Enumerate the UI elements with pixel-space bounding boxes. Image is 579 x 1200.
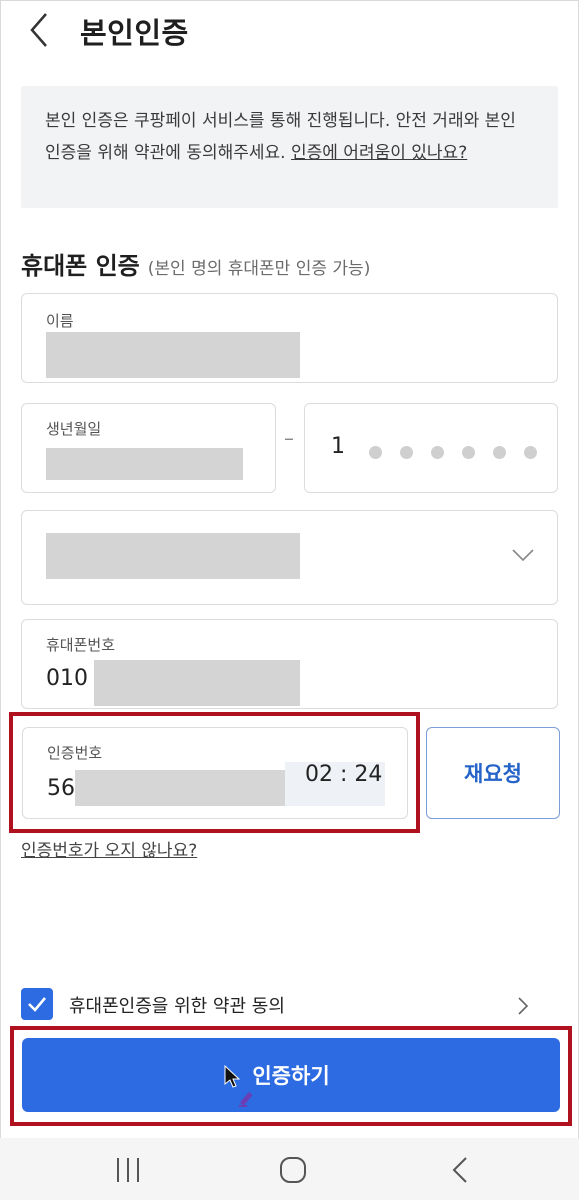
masked-dot — [431, 446, 444, 459]
home-button[interactable] — [262, 1146, 322, 1190]
dash-separator: – — [284, 426, 294, 450]
check-icon — [28, 997, 46, 1012]
rrn-first-digit: 1 — [331, 434, 345, 459]
birthdate-redacted — [46, 448, 243, 480]
code-redacted — [75, 770, 285, 806]
resend-button[interactable]: 재요청 — [426, 727, 560, 819]
verify-submit-button[interactable]: 인증하기 — [22, 1038, 560, 1112]
agreement-row[interactable]: 휴대폰인증을 위한 약관 동의 — [21, 988, 541, 1022]
name-redacted — [46, 332, 300, 378]
nav-back-button[interactable] — [430, 1146, 490, 1190]
pen-icon — [239, 1092, 253, 1107]
phone-label: 휴대폰번호 — [46, 636, 116, 654]
back-button[interactable] — [26, 10, 56, 50]
name-label: 이름 — [46, 312, 74, 330]
birthdate-field[interactable]: 생년월일 — [21, 403, 276, 493]
no-code-link[interactable]: 인증번호가 오지 않나요? — [21, 836, 197, 861]
code-value: 56 — [47, 776, 75, 801]
carrier-redacted — [46, 533, 300, 579]
page-title: 본인인증 — [80, 16, 189, 50]
code-label: 인증번호 — [47, 744, 103, 762]
recent-apps-button[interactable] — [98, 1146, 158, 1190]
mouse-cursor-icon — [224, 1065, 240, 1088]
carrier-select[interactable] — [21, 510, 558, 605]
phone-field[interactable]: 휴대폰번호 010 — [21, 619, 558, 709]
system-nav-bar — [0, 1138, 579, 1200]
agreement-label: 휴대폰인증을 위한 약관 동의 — [69, 996, 285, 1017]
masked-dot — [400, 446, 413, 459]
name-field[interactable]: 이름 — [21, 293, 558, 383]
recent-apps-icon — [117, 1158, 139, 1182]
masked-dot — [493, 446, 506, 459]
masked-dot — [524, 446, 537, 459]
agreement-checkbox[interactable] — [21, 988, 53, 1020]
masked-dot — [369, 446, 382, 459]
chevron-right-icon[interactable] — [517, 996, 529, 1016]
phone-prefix: 010 — [46, 666, 88, 691]
section-subtitle: (본인 명의 휴대폰만 인증 가능) — [147, 259, 371, 279]
home-icon — [280, 1157, 306, 1183]
masked-dot — [462, 446, 475, 459]
chevron-down-icon — [512, 549, 534, 562]
verification-code-field[interactable]: 인증번호 56 02 : 24 — [22, 727, 408, 819]
header: 본인인증 — [0, 0, 579, 60]
chevron-left-icon — [30, 13, 47, 47]
notice-box: 본인 인증은 쿠팡페이 서비스를 통해 진행됩니다. 안전 거래와 본인 인증을… — [21, 86, 558, 208]
back-arrow-icon — [452, 1157, 467, 1183]
rrn-digit-field[interactable]: 1 — [304, 403, 558, 493]
help-link[interactable]: 인증에 어려움이 있나요? — [291, 143, 467, 163]
section-title: 휴대폰 인증 (본인 명의 휴대폰만 인증 가능) — [21, 246, 370, 281]
birthdate-label: 생년월일 — [46, 420, 102, 438]
section-main-title: 휴대폰 인증 — [21, 252, 140, 280]
phone-redacted — [94, 660, 300, 706]
countdown-timer: 02 : 24 — [305, 762, 383, 787]
